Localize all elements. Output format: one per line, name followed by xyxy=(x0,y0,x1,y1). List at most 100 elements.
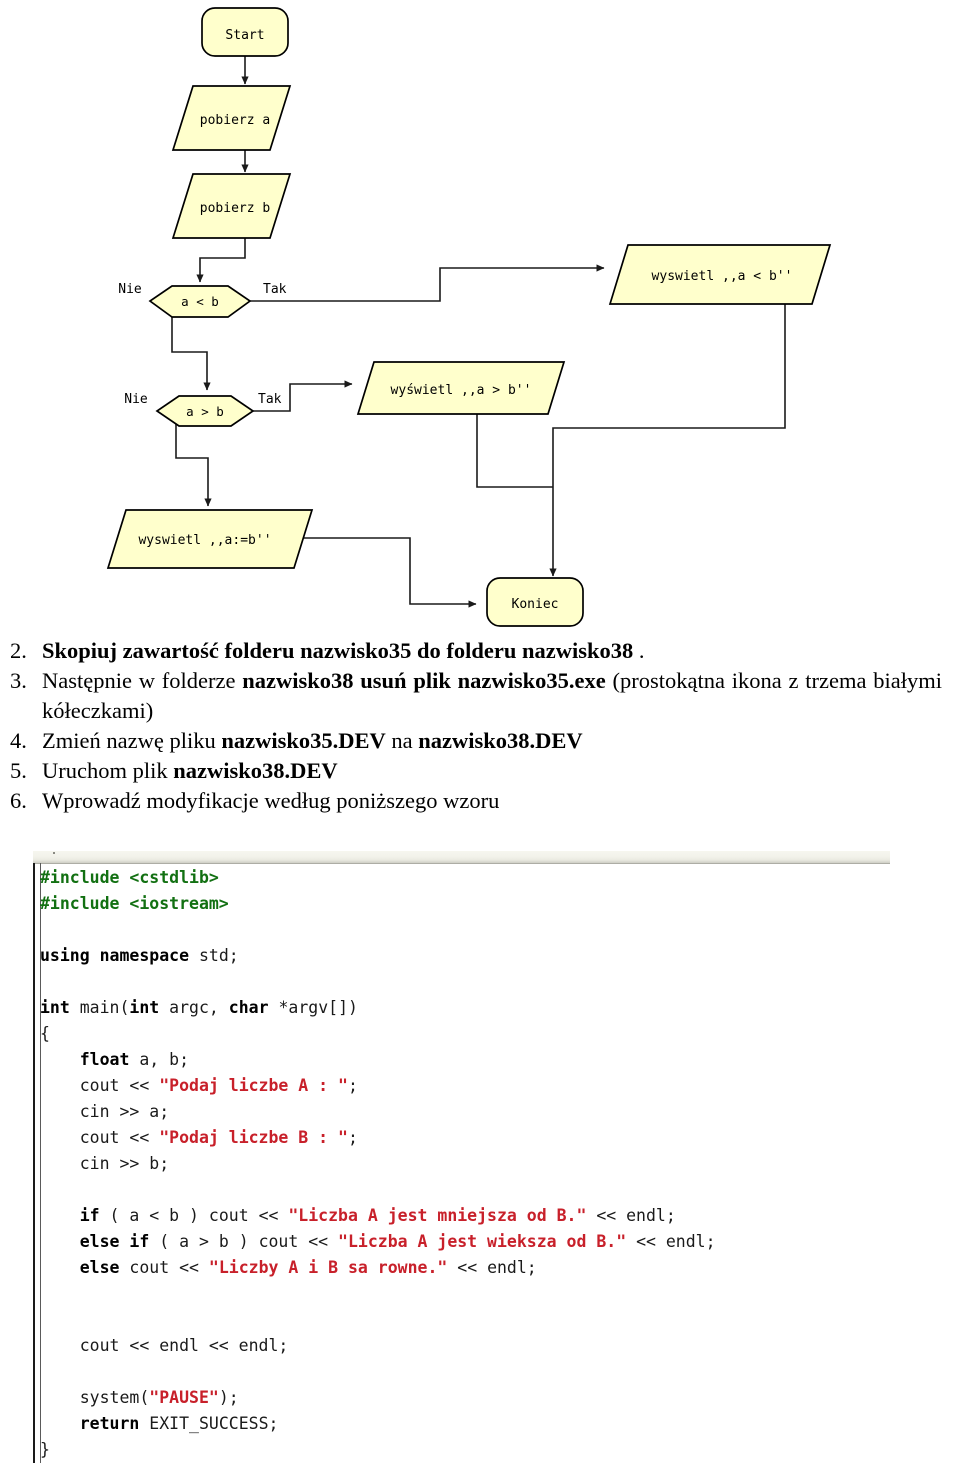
code-line: cin >> a; xyxy=(40,1099,950,1125)
editor-toolbar-strip xyxy=(33,850,890,864)
flowchart-node-decision-gt-label: a > b xyxy=(186,404,224,419)
code-line: return EXIT_SUCCESS; xyxy=(40,1411,950,1437)
code-line: } xyxy=(40,1437,950,1463)
instruction-step: 6. Wprowadź modyfikacje według poniższego… xyxy=(0,786,960,816)
instruction-text: na xyxy=(385,728,419,753)
instruction-text: Następnie w folderze xyxy=(42,668,243,693)
toolbar-marker-dot xyxy=(53,852,55,854)
code-token-str: "Liczba A jest wieksza od B." xyxy=(338,1232,627,1251)
code-token-txt: cout << xyxy=(40,1128,160,1147)
code-token-pre: #include <iostream> xyxy=(40,894,229,913)
code-line: cout << endl << endl; xyxy=(40,1333,950,1359)
code-token-txt: << endl; xyxy=(586,1206,676,1225)
code-token-txt: cout << xyxy=(40,1076,160,1095)
instruction-step-number: 4. xyxy=(10,728,27,753)
code-token-txt: cin >> a; xyxy=(40,1102,170,1121)
code-token-txt: cout << xyxy=(119,1258,209,1277)
flowchart-node-decision-lt-label: a < b xyxy=(181,294,219,309)
code-token-str: "Liczba A jest mniejsza od B." xyxy=(288,1206,587,1225)
code-line: float a, b; xyxy=(40,1047,950,1073)
code-token-kw: int xyxy=(129,998,160,1017)
instruction-step: 4. Zmień nazwę pliku nazwisko35.DEV na na… xyxy=(0,726,960,756)
code-token-txt: } xyxy=(40,1440,50,1459)
instruction-step: 3. Następnie w folderze nazwisko38 usuń p… xyxy=(0,666,960,726)
instruction-step-number: 2. xyxy=(10,638,27,663)
code-token-txt: system( xyxy=(40,1388,150,1407)
code-token-kw: char xyxy=(228,998,269,1017)
code-token-str: "Liczby A i B sa rowne." xyxy=(208,1258,448,1277)
code-token-kw: if xyxy=(79,1206,100,1225)
flowchart-node-output-eq-label: wyswietl ,,a:=b'' xyxy=(138,533,271,548)
instruction-list-section: 2. Skopiuj zawartość folderu nazwisko35 d… xyxy=(0,636,960,816)
code-token-txt: argc, xyxy=(159,998,229,1017)
flowchart-diagram: Start pobierz a pobierz b a < b Nie Tak … xyxy=(0,0,960,632)
flowchart-node-input-a-label: pobierz a xyxy=(200,113,270,128)
code-line: using namespace std; xyxy=(40,943,950,969)
code-token-txt: a, b; xyxy=(129,1050,190,1069)
code-line: #include <cstdlib> xyxy=(40,865,950,891)
instruction-step-number: 6. xyxy=(10,788,27,813)
flowchart-edge-label-yes-1: Tak xyxy=(263,282,287,297)
code-line: if ( a < b ) cout << "Liczba A jest mnie… xyxy=(40,1203,950,1229)
code-editor-screenshot: #include <cstdlib> #include <iostream> us… xyxy=(0,845,960,1470)
flowchart-edge-label-yes-2: Tak xyxy=(258,392,282,407)
instruction-text-bold: nazwisko38 usuń plik nazwisko35.exe xyxy=(242,668,606,693)
instruction-text-bold: nazwisko38.DEV xyxy=(173,758,338,783)
code-token-txt: ; xyxy=(347,1128,358,1147)
code-line: system("PAUSE"); xyxy=(40,1385,950,1411)
instruction-text: . xyxy=(633,638,645,663)
flowchart-node-start-label: Start xyxy=(225,28,264,43)
instruction-step-number: 5. xyxy=(10,758,27,783)
instruction-step-number: 3. xyxy=(10,668,27,693)
code-token-txt: cin >> b; xyxy=(40,1154,170,1173)
flowchart-node-input-b-label: pobierz b xyxy=(200,201,271,216)
instruction-text-bold: Skopiuj zawartość folderu nazwisko35 do … xyxy=(42,638,634,663)
flowchart-node-output-eq: wyswietl ,,a:=b'' xyxy=(106,509,314,569)
flowchart-node-input-b: pobierz b xyxy=(171,173,292,239)
instruction-step: 2. Skopiuj zawartość folderu nazwisko35 d… xyxy=(0,636,960,666)
code-token-txt: EXIT_SUCCESS; xyxy=(139,1414,279,1433)
code-token-txt: ( a < b ) cout << xyxy=(99,1206,289,1225)
code-line: cout << "Podaj liczbe B : "; xyxy=(40,1125,950,1151)
source-code-block: #include <cstdlib> #include <iostream> us… xyxy=(40,865,950,1463)
code-token-kw: float xyxy=(79,1050,130,1069)
code-token-txt: std; xyxy=(189,946,239,965)
flowchart-node-start: Start xyxy=(201,7,289,57)
code-token-kw: else xyxy=(79,1258,120,1277)
code-token-pre: #include <cstdlib> xyxy=(40,868,219,887)
flowchart-node-end: Koniec xyxy=(486,577,584,627)
instruction-step: 5. Uruchom plik nazwisko38.DEV xyxy=(0,756,960,786)
code-line: else cout << "Liczby A i B sa rowne." <<… xyxy=(40,1255,950,1281)
instruction-text: Wprowadź modyfikacje według poniższego w… xyxy=(42,788,500,813)
code-token-str: "Podaj liczbe A : " xyxy=(159,1076,348,1095)
instruction-text-bold: nazwisko35.DEV xyxy=(221,728,386,753)
code-token-str: "Podaj liczbe B : " xyxy=(159,1128,348,1147)
instruction-text: Uruchom plik xyxy=(42,758,174,783)
instruction-text-bold: nazwisko38.DEV xyxy=(418,728,583,753)
code-token-txt: ; xyxy=(347,1076,358,1095)
code-token-kw: else if xyxy=(79,1232,150,1251)
flowchart-node-input-a: pobierz a xyxy=(171,85,292,151)
code-token-str: "PAUSE" xyxy=(149,1388,219,1407)
code-token-txt: *argv[]) xyxy=(268,998,358,1017)
flowchart-node-output-gt-label: wyświetl ,,a > b'' xyxy=(391,383,532,398)
code-line: else if ( a > b ) cout << "Liczba A jest… xyxy=(40,1229,950,1255)
code-line: cin >> b; xyxy=(40,1151,950,1177)
code-line: cout << "Podaj liczbe A : "; xyxy=(40,1073,950,1099)
code-line: { xyxy=(40,1021,950,1047)
flowchart-edge-label-no-2: Nie xyxy=(124,392,148,407)
code-token-txt: cout << endl << endl; xyxy=(40,1336,289,1355)
flowchart-node-decision-lt: a < b xyxy=(148,285,252,318)
code-token-kw: int xyxy=(40,998,70,1017)
instruction-steps: 2. Skopiuj zawartość folderu nazwisko35 d… xyxy=(0,636,960,816)
code-token-txt: { xyxy=(40,1024,50,1043)
flowchart-edge-label-no-1: Nie xyxy=(118,282,142,297)
instruction-text: Zmień nazwę pliku xyxy=(42,728,222,753)
